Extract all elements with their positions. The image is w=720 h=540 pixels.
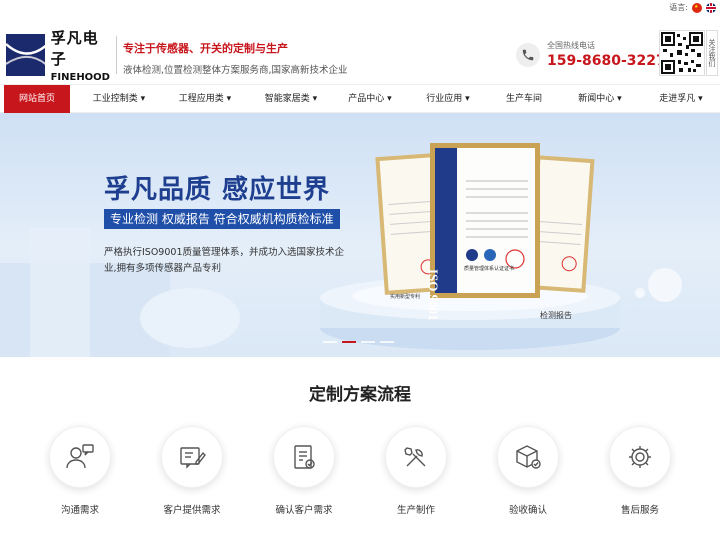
banner-illustration — [0, 143, 682, 357]
nav-item-smart-home[interactable]: 智能家居类 ▾ — [258, 85, 324, 113]
step-label: 客户提供需求 — [163, 505, 221, 516]
slogan-sub: 液体检测,位置检测整体方案服务商,国家高新技术企业 — [123, 65, 348, 76]
hotline-number[interactable]: 159-8680-3227 — [547, 53, 666, 69]
slider-dots — [323, 341, 394, 343]
header-divider — [116, 36, 117, 74]
hero-banner[interactable]: ISO 9001 质量管理体系认证证书 实用新型专利 检测报告 孚凡品质 感应世… — [0, 113, 720, 357]
iso-cert-label: ISO 9001 — [426, 269, 441, 321]
chat-user-icon — [49, 426, 111, 488]
tools-icon — [385, 426, 447, 488]
follow-us-label[interactable]: 关注我们 — [706, 30, 718, 76]
step-production[interactable]: 生产制作 — [370, 426, 462, 516]
nav-item-news[interactable]: 新闻中心 ▾ — [570, 85, 630, 113]
checklist-icon — [273, 426, 335, 488]
step-label: 验收确认 — [508, 505, 547, 516]
nav-item-home[interactable]: 网站首页 — [4, 85, 70, 113]
nav-item-applications[interactable]: 行业应用 ▾ — [418, 85, 478, 113]
banner-tag: 专业检测 权威报告 符合权威机构质检标准 — [104, 209, 340, 229]
slider-dot-active[interactable] — [342, 341, 356, 343]
nav-item-products[interactable]: 产品中心 ▾ — [340, 85, 400, 113]
hotline: 全国热线电话 159-8680-3227 — [516, 40, 666, 69]
document-edit-icon — [161, 426, 223, 488]
patent-cert-label: 实用新型专利 — [390, 294, 421, 300]
uk-flag-icon[interactable] — [706, 2, 716, 13]
step-label: 售后服务 — [620, 505, 659, 516]
slider-dot[interactable] — [323, 341, 337, 343]
nav-item-engineering[interactable]: 工程应用类 ▾ — [172, 85, 238, 113]
process-steps: 沟通需求 客户提供需求 确认客户需求 生产制作 验收确认 售后服务 — [0, 426, 720, 526]
step-label: 确认客户需求 — [275, 505, 333, 516]
slider-dot[interactable] — [380, 341, 394, 343]
step-label: 生产制作 — [396, 505, 435, 516]
nav-item-industrial[interactable]: 工业控制类 ▾ — [86, 85, 152, 113]
slogan-main: 专注于传感器、开关的定制与生产 — [123, 42, 288, 55]
step-confirm[interactable]: 确认客户需求 — [258, 426, 350, 516]
step-acceptance[interactable]: 验收确认 — [482, 426, 574, 516]
box-check-icon — [497, 426, 559, 488]
step-communicate[interactable]: 沟通需求 — [34, 426, 126, 516]
slider-dot[interactable] — [361, 341, 375, 343]
slogan: 专注于传感器、开关的定制与生产 液体检测,位置检测整体方案服务商,国家高新技术企… — [123, 40, 348, 76]
test-report-label: 检测报告 — [540, 311, 572, 320]
step-requirements[interactable]: 客户提供需求 — [146, 426, 238, 516]
logo-mark-icon — [6, 34, 45, 76]
iso-cert-heading: 质量管理体系认证证书 — [464, 266, 515, 272]
qr-code-icon — [659, 30, 705, 76]
hotline-label: 全国热线电话 — [547, 41, 595, 50]
china-flag-icon[interactable] — [692, 2, 702, 13]
banner-title: 孚凡品质 感应世界 — [104, 175, 331, 205]
top-bar: 语言: — [0, 0, 720, 14]
process-section-title: 定制方案流程 — [309, 385, 411, 405]
logo[interactable]: 孚凡电子 FINEHOOD — [6, 29, 110, 83]
step-after-sales[interactable]: 售后服务 — [594, 426, 686, 516]
brand-name-cn: 孚凡电子 — [50, 29, 99, 68]
nav-item-workshop[interactable]: 生产车间 — [496, 85, 552, 113]
phone-icon — [516, 42, 540, 67]
site-header: 孚凡电子 FINEHOOD 专注于传感器、开关的定制与生产 液体检测,位置检测整… — [0, 22, 720, 84]
brand-name-en: FINEHOOD — [50, 72, 110, 83]
language-label: 语言: — [669, 3, 688, 12]
gear-service-icon — [609, 426, 671, 488]
step-label: 沟通需求 — [60, 505, 99, 516]
nav-item-about[interactable]: 走进孚凡 ▾ — [650, 85, 712, 113]
main-nav: 网站首页 工业控制类 ▾ 工程应用类 ▾ 智能家居类 ▾ 产品中心 ▾ 行业应用… — [0, 84, 720, 113]
language-switcher: 语言: — [669, 2, 716, 13]
banner-description: 严格执行ISO9001质量管理体系，并成功入选国家技术企业,拥有多项传感器产品专… — [104, 247, 344, 274]
